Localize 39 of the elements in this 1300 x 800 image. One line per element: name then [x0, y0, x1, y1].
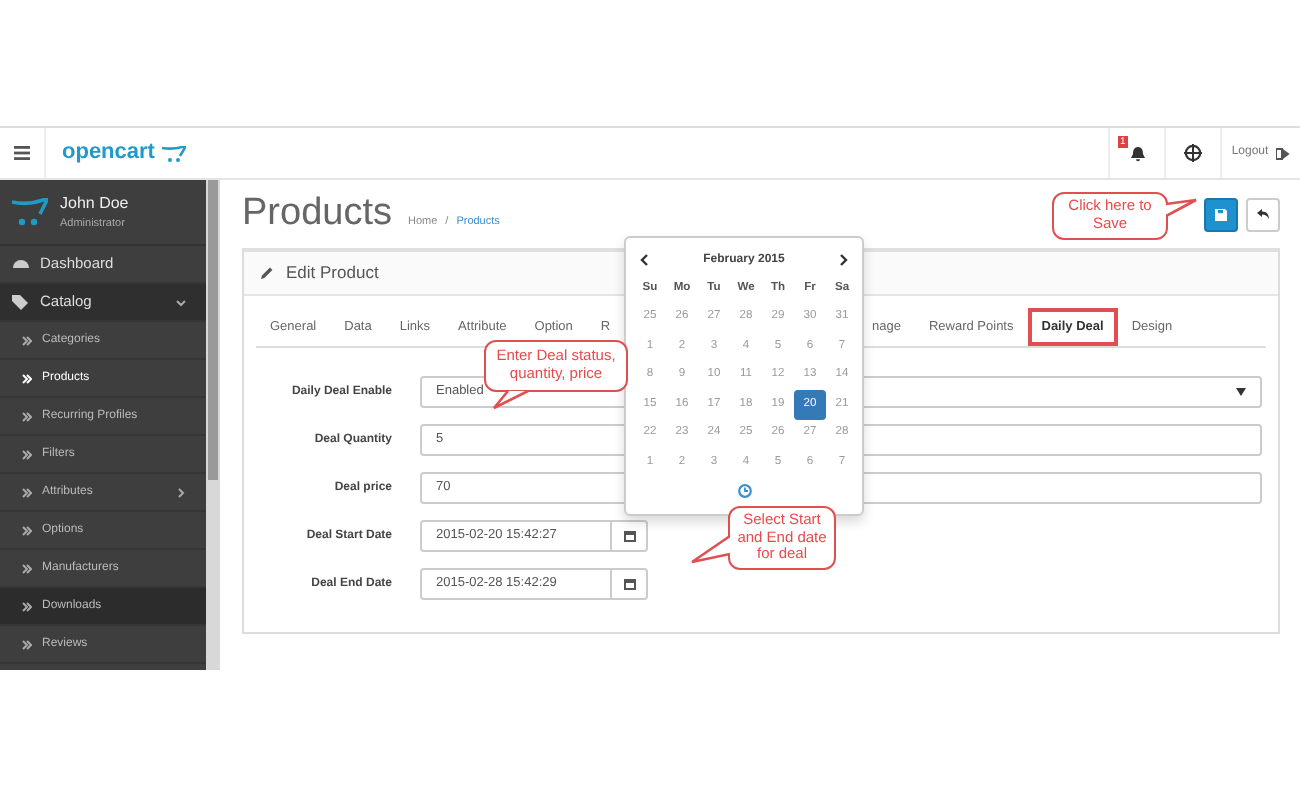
- double-chevron-icon: [22, 601, 32, 611]
- calendar-button[interactable]: [612, 520, 648, 552]
- globe-button[interactable]: [1184, 144, 1202, 162]
- double-chevron-icon: [22, 639, 32, 649]
- save-button[interactable]: [1204, 197, 1238, 231]
- user-name: John Doe: [60, 191, 129, 216]
- page-title: Products: [242, 189, 392, 238]
- chevron-right-icon: [839, 254, 848, 266]
- panel-title: Edit Product: [286, 260, 379, 286]
- pencil-icon: [260, 266, 274, 280]
- globe-icon: [1184, 144, 1202, 162]
- back-button[interactable]: [1246, 197, 1280, 231]
- logo-text[interactable]: opencart: [62, 136, 155, 170]
- double-chevron-icon: [22, 373, 32, 383]
- save-icon: [1214, 207, 1228, 221]
- cart-logo-icon: [12, 198, 48, 226]
- scrollbar-thumb[interactable]: [208, 180, 218, 480]
- double-chevron-icon: [22, 487, 32, 497]
- caret-icon: [1236, 388, 1246, 396]
- double-chevron-icon: [22, 563, 32, 573]
- calendar-icon: [623, 578, 635, 590]
- menu-icon[interactable]: [14, 146, 30, 160]
- double-chevron-icon: [22, 449, 32, 459]
- bell-icon: [1129, 145, 1145, 161]
- callout-tail: [690, 530, 730, 566]
- callout-tail: [1166, 198, 1198, 222]
- tag-icon: [12, 293, 30, 311]
- cart-icon: [162, 145, 187, 161]
- double-chevron-icon: [22, 411, 32, 421]
- reply-icon: [1256, 208, 1270, 220]
- dashboard-icon: [12, 255, 30, 273]
- clock-icon: [737, 484, 751, 498]
- double-chevron-icon: [22, 335, 32, 345]
- calendar-icon: [623, 530, 635, 542]
- chevron-left-icon: [640, 254, 648, 266]
- double-chevron-icon: [22, 525, 32, 535]
- notification-button[interactable]: [1129, 145, 1145, 161]
- logout-icon: [1276, 147, 1291, 159]
- calendar-button[interactable]: [612, 568, 648, 600]
